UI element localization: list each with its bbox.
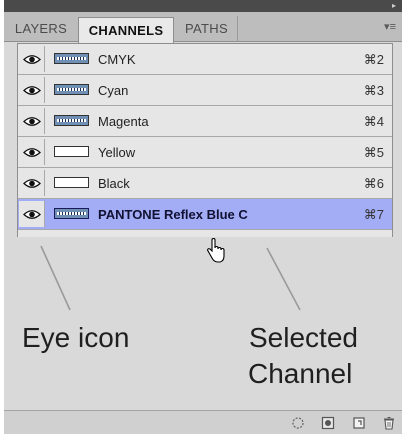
visibility-eye-icon[interactable] (19, 46, 45, 72)
load-selection-icon[interactable] (291, 416, 305, 430)
channel-row-cmyk[interactable]: CMYK ⌘2 (18, 44, 392, 75)
tab-layers[interactable]: LAYERS (6, 16, 76, 42)
channel-name: Cyan (98, 83, 129, 98)
channel-name: Yellow (98, 145, 136, 160)
collapse-arrow-icon[interactable]: ▸ (392, 1, 396, 11)
visibility-eye-icon[interactable] (19, 139, 45, 165)
channel-row-cyan[interactable]: Cyan ⌘3 (18, 75, 392, 106)
channel-row-magenta[interactable]: Magenta ⌘4 (18, 106, 392, 137)
channel-name: Black (98, 176, 130, 191)
panel-title-bar[interactable]: ▸ (4, 0, 402, 12)
visibility-eye-icon[interactable] (19, 108, 45, 134)
panel-menu-icon[interactable]: ▾≡ (384, 21, 396, 33)
channel-shortcut: ⌘5 (363, 145, 384, 160)
channel-name: CMYK (98, 52, 136, 67)
channel-shortcut: ⌘6 (363, 176, 384, 191)
channel-shortcut: ⌘2 (363, 52, 384, 67)
visibility-eye-icon[interactable] (19, 201, 45, 227)
panel-tab-bar: LAYERS CHANNELS PATHS ▾≡ (4, 12, 402, 43)
channel-thumbnail (54, 115, 89, 126)
selected-channel-caption-line2: Channel (248, 358, 353, 389)
channel-shortcut: ⌘3 (363, 83, 384, 98)
new-channel-icon[interactable] (352, 416, 366, 430)
channel-list-empty-area (18, 231, 392, 237)
channel-row-pantone-reflex-blue[interactable]: PANTONE Reflex Blue C ⌘7 (18, 199, 392, 230)
channel-name: Magenta (98, 114, 149, 129)
channels-panel: ▸ LAYERS CHANNELS PATHS ▾≡ CMYK ⌘2 Cyan … (4, 0, 402, 434)
channel-list: CMYK ⌘2 Cyan ⌘3 Magenta ⌘4 Yellow ⌘5 Bla… (17, 43, 393, 237)
channel-thumbnail (54, 146, 89, 157)
save-selection-icon[interactable] (321, 416, 335, 430)
visibility-eye-icon[interactable] (19, 77, 45, 103)
tab-channels[interactable]: CHANNELS (78, 17, 174, 43)
selected-channel-caption-line1: Selected (249, 322, 358, 353)
visibility-eye-icon[interactable] (19, 170, 45, 196)
tab-paths[interactable]: PATHS (176, 16, 238, 42)
channel-name: PANTONE Reflex Blue C (98, 207, 248, 222)
channel-shortcut: ⌘7 (363, 207, 384, 222)
channel-row-yellow[interactable]: Yellow ⌘5 (18, 137, 392, 168)
eye-icon-caption: Eye icon (22, 322, 130, 353)
channel-thumbnail (54, 177, 89, 188)
hand-pointer-icon (206, 238, 225, 263)
channel-thumbnail (54, 208, 89, 219)
channel-shortcut: ⌘4 (363, 114, 384, 129)
channel-row-black[interactable]: Black ⌘6 (18, 168, 392, 199)
channel-thumbnail (54, 84, 89, 95)
channel-thumbnail (54, 53, 89, 64)
panel-footer-toolbar (4, 410, 402, 434)
trash-icon[interactable] (382, 416, 396, 430)
